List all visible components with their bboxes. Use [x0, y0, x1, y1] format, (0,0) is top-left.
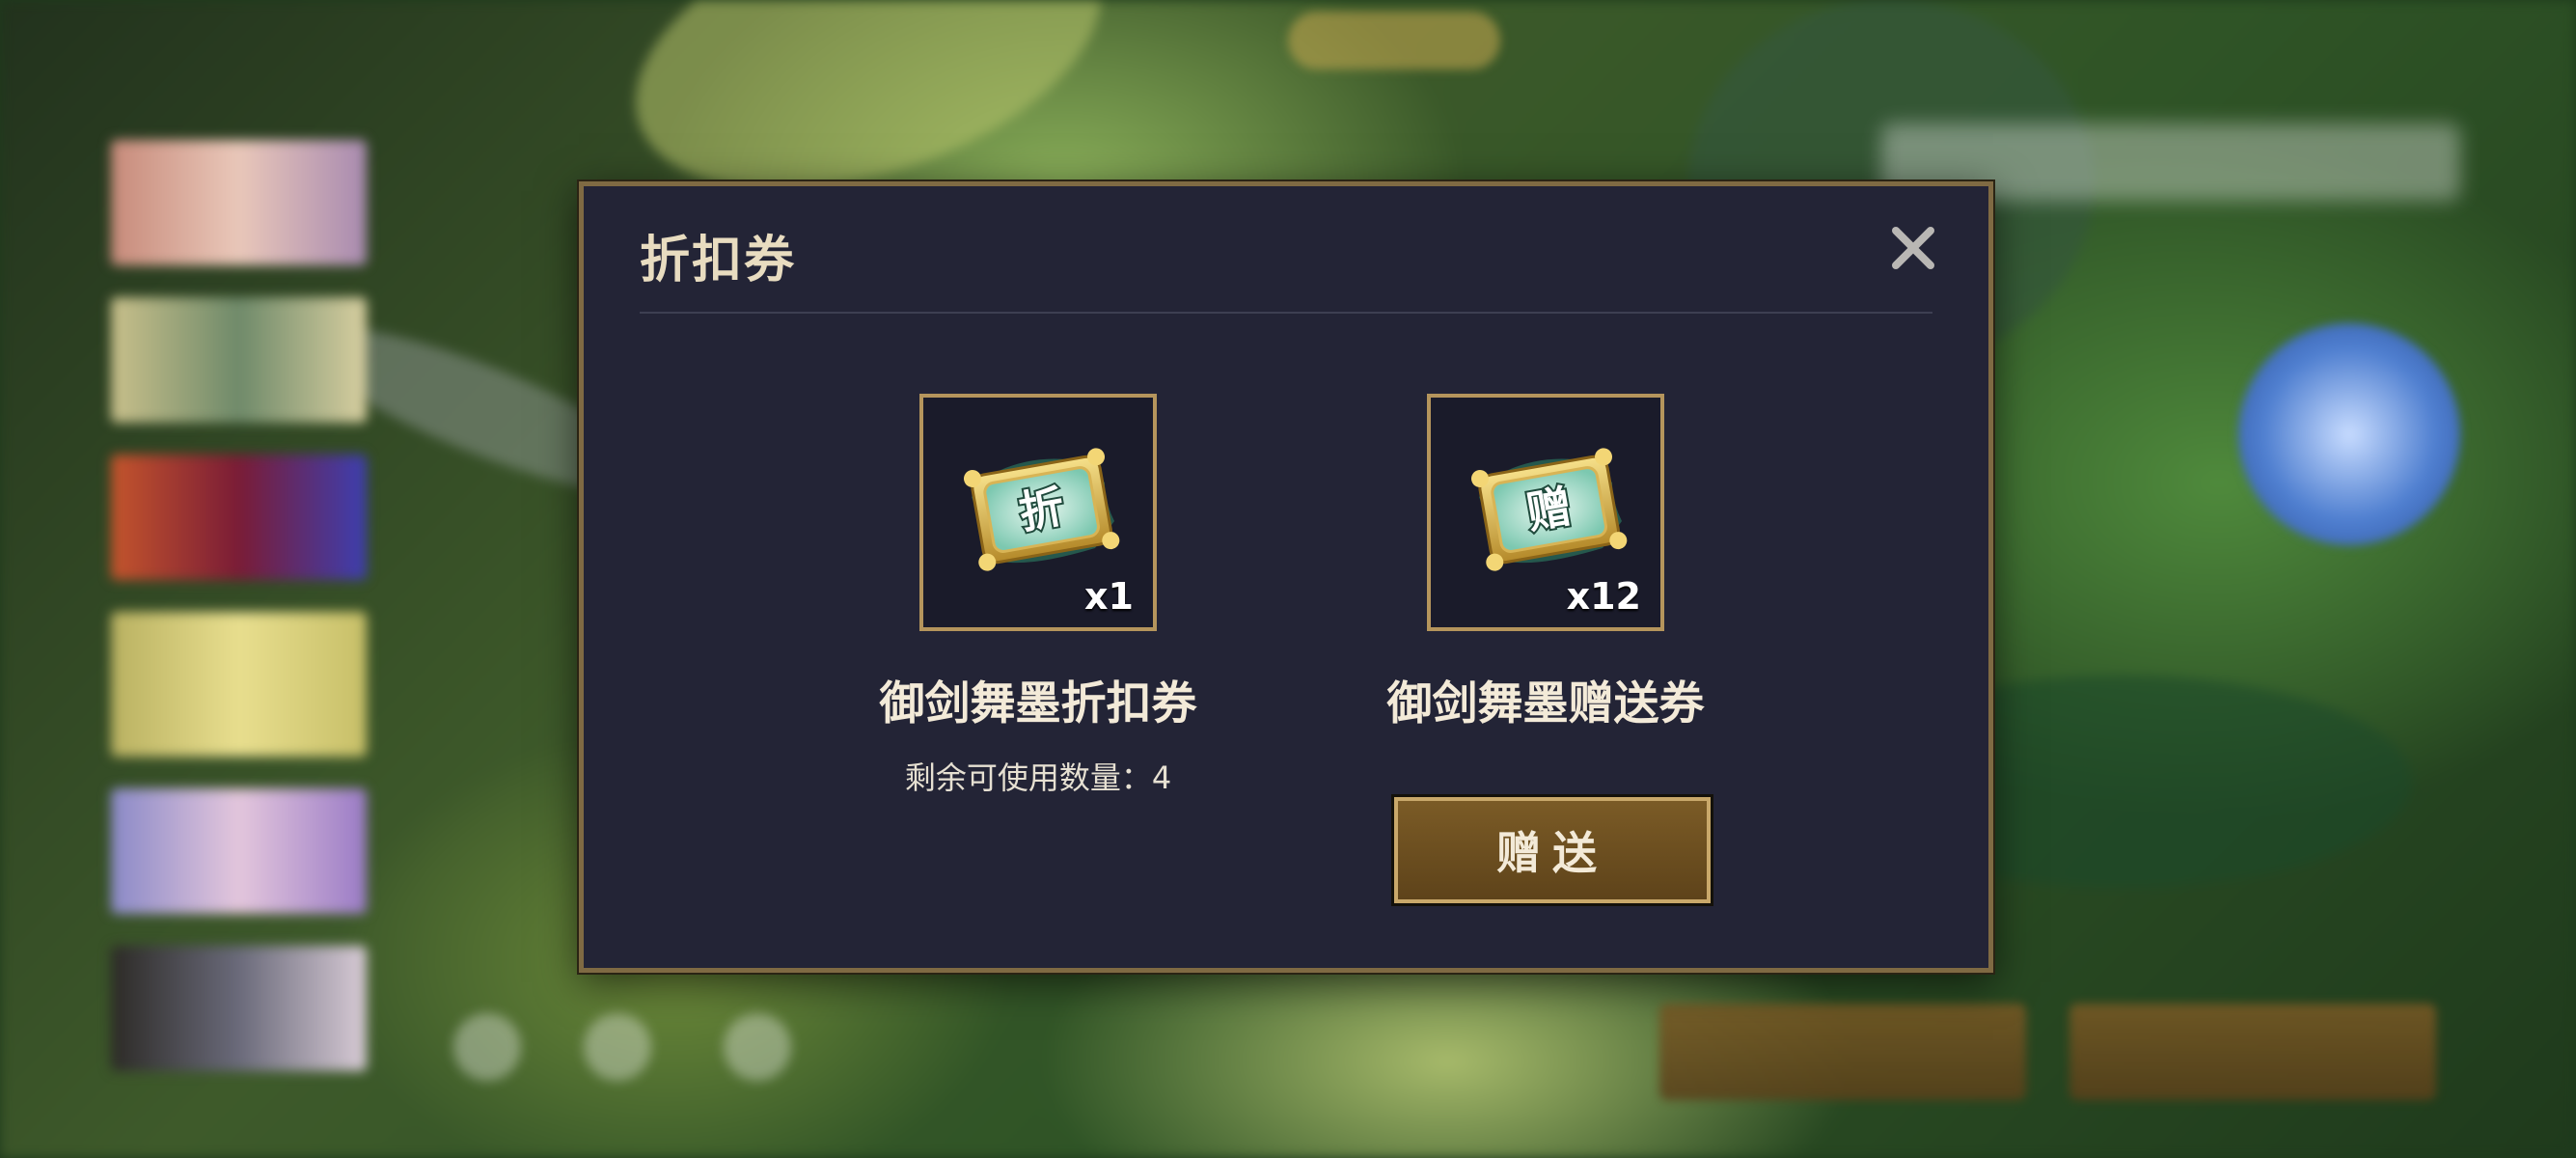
item-count: x12	[1566, 575, 1641, 618]
svg-text:赠: 赠	[1522, 480, 1576, 538]
background-thumbnail	[111, 140, 367, 265]
coupon-dialog: 折扣券 折 x1 御剑舞墨折扣券 剩余可使用数量：4 赠 x12 御剑舞墨赠送券…	[579, 181, 1993, 973]
background-thumbnail	[111, 297, 367, 423]
discount-coupon-icon: 折	[963, 448, 1120, 571]
item-count: x1	[1084, 575, 1134, 618]
coupon-slot[interactable]: 折 x1	[919, 394, 1157, 631]
coupon-slot[interactable]: 赠 x12	[1427, 394, 1664, 631]
background-currency-pill	[1288, 12, 1500, 69]
gift-button[interactable]: 赠送	[1394, 797, 1711, 903]
gift-coupon-icon: 赠	[1470, 448, 1628, 571]
dialog-title: 折扣券	[640, 232, 797, 290]
item-name: 御剑舞墨折扣券	[879, 677, 1197, 731]
background-thumbnail-list	[111, 140, 367, 1103]
gift-button-label: 赠送	[1496, 827, 1608, 879]
coupon-item-discount: 折 x1 御剑舞墨折扣券 剩余可使用数量：4	[845, 394, 1231, 798]
background-icon	[584, 1013, 651, 1081]
background-thumbnail	[111, 612, 367, 757]
background-thumbnail	[111, 788, 367, 914]
background-icon	[453, 1013, 521, 1081]
background-header-text	[96, 15, 113, 71]
background-thumbnail	[111, 946, 367, 1071]
background-thumbnail	[111, 455, 367, 580]
background-icon	[724, 1013, 791, 1081]
close-button[interactable]	[1886, 221, 1940, 275]
background-button	[1659, 1004, 2026, 1100]
title-divider	[640, 312, 1932, 314]
coupon-item-gift: 赠 x12 御剑舞墨赠送券	[1353, 394, 1739, 732]
close-icon	[1892, 227, 1934, 269]
svg-text:折: 折	[1015, 480, 1068, 538]
remaining-quantity: 剩余可使用数量：4	[904, 759, 1172, 796]
background-orb	[2238, 323, 2460, 545]
background-button	[2069, 1004, 2436, 1100]
item-name: 御剑舞墨赠送券	[1386, 677, 1705, 731]
